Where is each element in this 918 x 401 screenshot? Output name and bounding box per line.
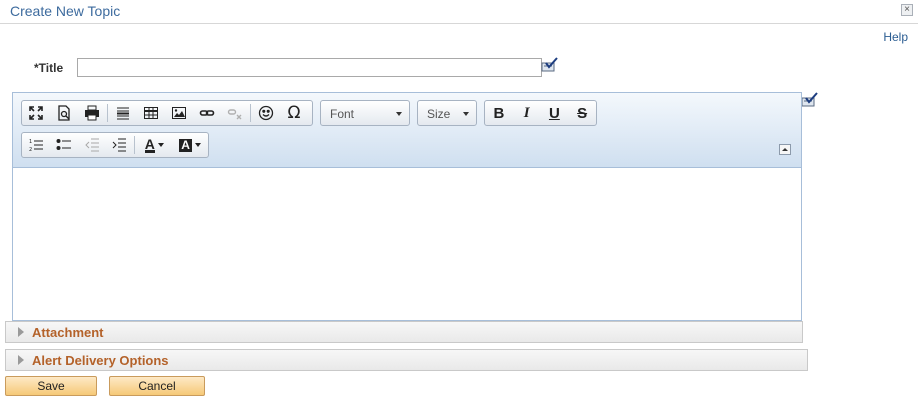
window-header: Create New Topic × (0, 0, 918, 24)
toolbar-separator (250, 104, 251, 122)
unlink-icon[interactable] (221, 101, 249, 125)
spell-check-icon[interactable] (801, 92, 819, 108)
text-color-button[interactable]: A (136, 133, 172, 157)
attachment-section-title: Attachment (32, 325, 104, 340)
background-color-button[interactable]: A (172, 133, 208, 157)
attachment-section-header[interactable]: Attachment (5, 321, 803, 343)
editor-content-area[interactable] (13, 168, 801, 320)
chevron-down-icon (463, 112, 469, 116)
title-input[interactable] (77, 58, 542, 77)
toolbar-group-format: B I U S (484, 100, 597, 126)
chevron-down-icon (396, 112, 402, 116)
indent-icon[interactable] (106, 133, 134, 157)
maximize-icon[interactable] (22, 101, 50, 125)
spell-check-icon[interactable] (541, 57, 559, 73)
save-button[interactable]: Save (5, 376, 97, 396)
toolbar-group-insert: Ω (21, 100, 313, 126)
print-icon[interactable] (78, 101, 106, 125)
horizontal-rule-icon[interactable] (109, 101, 137, 125)
link-icon[interactable] (193, 101, 221, 125)
chevron-down-icon (157, 143, 164, 147)
preview-icon[interactable] (50, 101, 78, 125)
bold-button[interactable]: B (485, 101, 513, 125)
special-character-icon[interactable]: Ω (280, 101, 308, 125)
italic-button[interactable]: I (513, 101, 541, 125)
smiley-icon[interactable] (252, 101, 280, 125)
svg-text:1: 1 (29, 139, 32, 145)
size-select-label: Size (427, 107, 451, 121)
toolbar-separator (134, 136, 136, 154)
strikethrough-button[interactable]: S (568, 101, 596, 125)
font-select[interactable]: Font (320, 100, 410, 126)
title-label: *Title (34, 61, 64, 75)
font-select-label: Font (330, 107, 355, 121)
size-select[interactable]: Size (417, 100, 477, 126)
alert-delivery-section-title: Alert Delivery Options (32, 353, 169, 368)
svg-text:2: 2 (29, 147, 32, 153)
toolbar-separator (107, 104, 108, 122)
rich-text-editor: Ω Font Size B I U S 12 A A (12, 92, 802, 321)
window-title: Create New Topic (10, 3, 121, 19)
alert-delivery-section-header[interactable]: Alert Delivery Options (5, 349, 808, 371)
collapse-toolbar-button[interactable] (779, 144, 791, 155)
image-icon[interactable] (165, 101, 193, 125)
outdent-icon[interactable] (78, 133, 106, 157)
table-icon[interactable] (137, 101, 165, 125)
expand-triangle-icon (18, 355, 24, 365)
underline-button[interactable]: U (541, 101, 569, 125)
cancel-button[interactable]: Cancel (109, 376, 205, 396)
text-color-label: A (144, 135, 155, 153)
close-button[interactable]: × (901, 4, 913, 16)
background-color-label: A (179, 137, 192, 152)
help-link[interactable]: Help (883, 30, 908, 44)
toolbar-group-paragraph: 12 A A (21, 132, 209, 158)
expand-triangle-icon (18, 327, 24, 337)
numbered-list-icon[interactable]: 12 (22, 133, 50, 157)
chevron-down-icon (194, 143, 201, 147)
bulleted-list-icon[interactable] (50, 133, 78, 157)
editor-toolbar: Ω Font Size B I U S 12 A A (13, 93, 801, 168)
